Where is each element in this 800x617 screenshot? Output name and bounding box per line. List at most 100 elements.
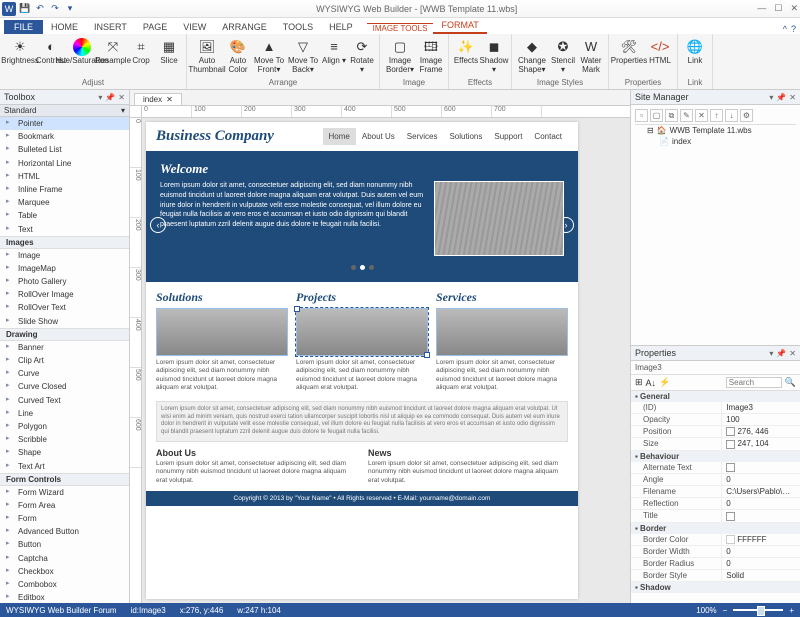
toolbox-item[interactable]: Form [0, 512, 129, 525]
crop-button[interactable]: ⌗Crop [128, 36, 154, 66]
minimize-button[interactable]: — [757, 3, 766, 14]
toolbox-item[interactable]: Button [0, 538, 129, 551]
zoom-slider[interactable] [733, 609, 783, 611]
prop-row[interactable]: Title [631, 510, 800, 522]
toolbox-item[interactable]: Table [0, 209, 129, 222]
document-tab[interactable]: index✕ [134, 93, 182, 105]
prop-row[interactable]: FilenameC:\Users\Pablo\Do... [631, 486, 800, 498]
hero-image[interactable] [434, 181, 564, 256]
help-icon[interactable]: ? [791, 24, 796, 34]
prop-row[interactable]: Angle0 [631, 474, 800, 486]
tab-arrange[interactable]: ARRANGE [214, 20, 275, 34]
tab-home[interactable]: HOME [43, 20, 86, 34]
expand-icon[interactable]: ⊟ [647, 126, 654, 135]
prop-row[interactable]: Border ColorFFFFFF [631, 534, 800, 546]
nav-item[interactable]: About Us [356, 128, 401, 145]
watermark-button[interactable]: WWater Mark [578, 36, 604, 75]
props-alpha-icon[interactable]: A↓ [646, 378, 657, 388]
image-frame-button[interactable]: 🖽Image Frame [418, 36, 444, 75]
toolbox-item[interactable]: Marquee [0, 196, 129, 209]
toolbox-item[interactable]: Bulleted List [0, 143, 129, 156]
tab-insert[interactable]: INSERT [86, 20, 135, 34]
qat-save-icon[interactable]: 💾 [19, 3, 31, 15]
prop-row[interactable]: Border Width0 [631, 546, 800, 558]
toolbox-item[interactable]: Captcha [0, 552, 129, 565]
toolbox-item[interactable]: Image [0, 249, 129, 262]
col-image[interactable] [156, 308, 288, 356]
toolbox-item[interactable]: Combobox [0, 578, 129, 591]
brightness-button[interactable]: ☀Brightness [4, 36, 36, 66]
sm-pin-icon[interactable]: 📌 [776, 93, 786, 102]
toolbox-category[interactable]: Form Controls [0, 473, 129, 486]
hue-saturation-button[interactable]: Hue/Saturation [66, 36, 98, 66]
tab-help[interactable]: HELP [321, 20, 361, 34]
prop-category[interactable]: ▪ General [631, 391, 800, 402]
toolbox-item[interactable]: Text Art [0, 460, 129, 473]
col-image[interactable] [296, 308, 428, 356]
rotate-button[interactable]: ⟳Rotate ▾ [349, 36, 375, 75]
close-button[interactable]: ✕ [790, 3, 798, 14]
zoom-out-button[interactable]: − [723, 606, 728, 615]
toolbox-item[interactable]: Form Area [0, 499, 129, 512]
sm-delete-icon[interactable]: ✕ [695, 109, 708, 122]
nav-item[interactable]: Services [401, 128, 444, 145]
design-canvas[interactable]: Business Company HomeAbout UsServicesSol… [146, 122, 578, 599]
toolbox-item[interactable]: Curve Closed [0, 380, 129, 393]
file-menu[interactable]: FILE [4, 20, 43, 34]
prop-category[interactable]: ▪ Behaviour [631, 451, 800, 462]
toolbox-item[interactable]: Inline Frame [0, 183, 129, 196]
status-link[interactable]: WYSIWYG Web Builder Forum [6, 606, 117, 615]
toolbox-item[interactable]: Slide Show [0, 315, 129, 328]
prop-row[interactable]: Position 276, 446 [631, 426, 800, 438]
properties-button[interactable]: 🛠Properties [613, 36, 645, 66]
toolbox-item[interactable]: Photo Gallery [0, 275, 129, 288]
toolbox-dropdown-icon[interactable]: ▾ [98, 93, 102, 102]
toolbox-item[interactable]: Curved Text [0, 394, 129, 407]
link-button[interactable]: 🌐Link [682, 36, 708, 66]
toolbox-item[interactable]: Advanced Button [0, 525, 129, 538]
sm-up-icon[interactable]: ↑ [710, 109, 723, 122]
nav-item[interactable]: Support [488, 128, 528, 145]
toolbox-item[interactable]: Editbox [0, 591, 129, 603]
toolbox-item[interactable]: Pointer [0, 117, 129, 130]
effects-button[interactable]: ✨Effects [453, 36, 479, 66]
tab-page[interactable]: PAGE [135, 20, 175, 34]
prop-row[interactable]: Size 247, 104 [631, 438, 800, 450]
shadow-button[interactable]: ◼Shadow ▾ [481, 36, 507, 75]
auto-thumbnail-button[interactable]: 🖼Auto Thumbnail [191, 36, 223, 75]
props-close-icon[interactable]: ✕ [789, 349, 796, 358]
tab-format[interactable]: FORMAT [433, 18, 486, 34]
prop-row[interactable]: (ID)Image3 [631, 402, 800, 414]
tab-view[interactable]: VIEW [175, 20, 214, 34]
tree-page-index[interactable]: 📄index [635, 136, 796, 147]
auto-color-button[interactable]: 🎨Auto Color [225, 36, 251, 75]
toolbox-item[interactable]: RollOver Image [0, 288, 129, 301]
sm-clone-icon[interactable]: ⧉ [665, 109, 678, 122]
sm-close-icon[interactable]: ✕ [789, 93, 796, 102]
toolbox-pin-icon[interactable]: 📌 [105, 93, 115, 102]
properties-object-name[interactable]: Image3 [631, 361, 800, 375]
toolbox-item[interactable]: Form Wizard [0, 486, 129, 499]
tree-root[interactable]: ⊟🏠WWB Template 11.wbs [635, 125, 796, 136]
carousel-prev-button[interactable]: ‹ [150, 217, 166, 233]
image-border-button[interactable]: ▢Image Border▾ [384, 36, 416, 75]
toolbox-item[interactable]: Shape [0, 446, 129, 459]
toolbox-item[interactable]: Clip Art [0, 354, 129, 367]
toolbox-item[interactable]: Line [0, 407, 129, 420]
nav-item[interactable]: Home [323, 128, 356, 145]
toolbox-item[interactable]: Polygon [0, 420, 129, 433]
prop-category[interactable]: ▪ Shadow [631, 582, 800, 593]
toolbox-close-icon[interactable]: ✕ [118, 93, 125, 102]
tab-tools[interactable]: TOOLS [275, 20, 321, 34]
qat-undo-icon[interactable]: ↶ [34, 3, 46, 15]
sm-props-icon[interactable]: ⚙ [740, 109, 753, 122]
toolbox-item[interactable]: Text [0, 223, 129, 236]
toolbox-category[interactable]: Images [0, 236, 129, 249]
sm-newfolder-icon[interactable]: ▢ [650, 109, 663, 122]
prop-row[interactable]: Alternate Text [631, 462, 800, 474]
toolbox-item[interactable]: Bookmark [0, 130, 129, 143]
toolbox-item[interactable]: Checkbox [0, 565, 129, 578]
prop-row[interactable]: Reflection0 [631, 498, 800, 510]
move-to-back-button[interactable]: ▽Move To Back▾ [287, 36, 319, 75]
sm-edit-icon[interactable]: ✎ [680, 109, 693, 122]
